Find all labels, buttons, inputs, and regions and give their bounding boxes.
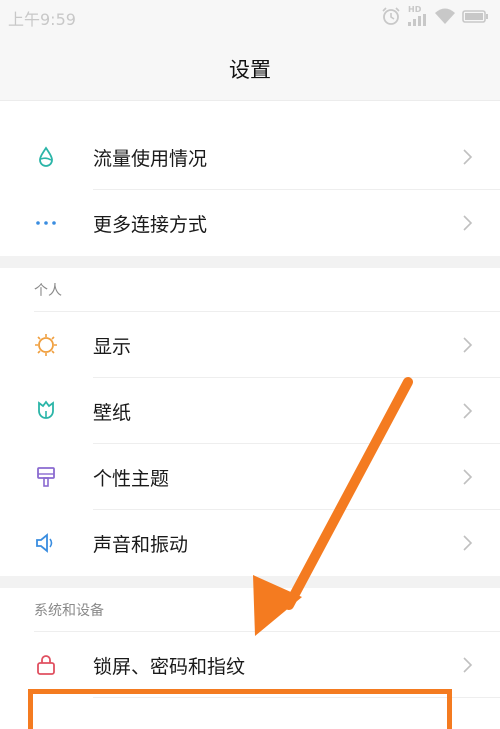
sun-icon xyxy=(35,334,57,356)
speaker-icon xyxy=(36,533,53,553)
row-label: 壁纸 xyxy=(93,402,132,424)
row-label: 锁屏、密码和指纹 xyxy=(93,656,246,678)
chevron-right-icon xyxy=(463,535,473,551)
chevron-right-icon xyxy=(463,657,473,673)
row-label: 更多连接方式 xyxy=(93,214,208,236)
settings-row-display[interactable]: 显示 xyxy=(0,312,500,378)
settings-row-data-usage[interactable]: 流量使用情况 xyxy=(0,124,500,190)
tulip-icon xyxy=(38,400,54,419)
chevron-right-icon xyxy=(463,337,473,353)
status-icons: HD xyxy=(380,4,490,28)
chevron-right-icon xyxy=(463,469,473,485)
alarm-icon xyxy=(382,7,400,25)
status-bar: 上午9:59 HD xyxy=(0,0,500,34)
more-dots-icon xyxy=(36,221,56,225)
data-drop-icon xyxy=(39,146,53,167)
section-title: 个人 xyxy=(34,283,62,299)
hd-badge: HD xyxy=(408,5,422,14)
annotation-highlight-box xyxy=(28,689,452,729)
page-title: 设置 xyxy=(229,58,271,82)
brush-icon xyxy=(37,467,55,487)
row-label: 声音和振动 xyxy=(93,534,189,556)
status-time: 上午9:59 xyxy=(8,10,76,29)
chevron-right-icon xyxy=(463,215,473,231)
signal-bars-icon xyxy=(408,14,426,26)
section-title: 系统和设备 xyxy=(34,603,104,619)
chevron-right-icon xyxy=(463,149,473,165)
section-gap xyxy=(0,256,500,268)
lock-icon xyxy=(37,655,55,675)
battery-icon xyxy=(462,10,488,23)
row-label: 流量使用情况 xyxy=(93,148,208,170)
hd-signal: HD xyxy=(408,6,428,26)
settings-row-themes[interactable]: 个性主题 xyxy=(0,444,500,510)
section-gap xyxy=(0,576,500,588)
chevron-right-icon xyxy=(463,403,473,419)
section-header-system: 系统和设备 xyxy=(0,588,500,632)
row-label: 显示 xyxy=(93,336,132,358)
settings-row-wallpaper[interactable]: 壁纸 xyxy=(0,378,500,444)
settings-row-more-connections[interactable]: 更多连接方式 xyxy=(0,190,500,256)
page-header: 设置 xyxy=(0,34,500,101)
section-header-personal: 个人 xyxy=(0,268,500,312)
row-label: 个性主题 xyxy=(93,468,170,490)
wifi-icon xyxy=(435,8,455,24)
settings-row-sound[interactable]: 声音和振动 xyxy=(0,510,500,576)
list-top-spacer xyxy=(0,101,500,123)
